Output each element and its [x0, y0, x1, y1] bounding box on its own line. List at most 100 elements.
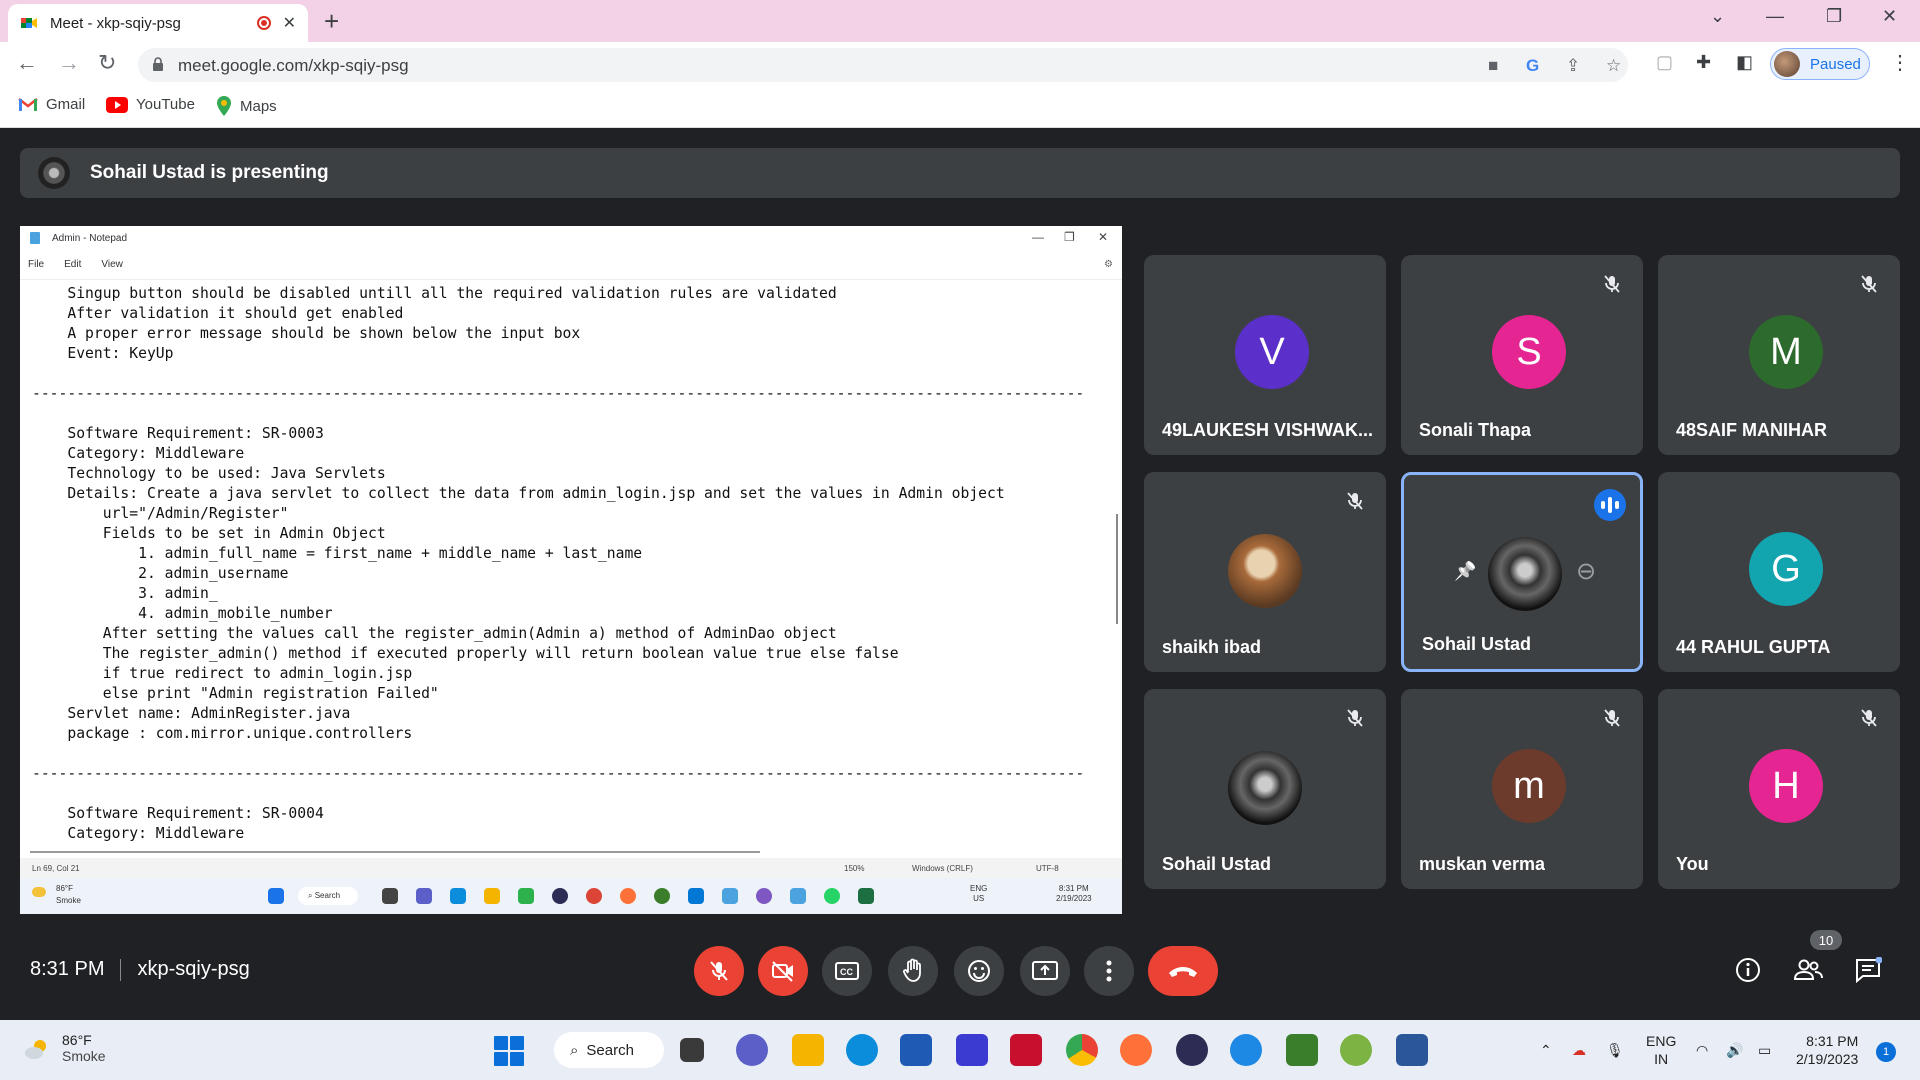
participant-tile[interactable]: m muskan verma — [1401, 689, 1643, 889]
more-vert-icon — [1106, 960, 1112, 982]
battery-icon[interactable]: ▭ — [1758, 1042, 1771, 1059]
notepad-line: package : com.mirror.unique.controllers — [32, 725, 413, 742]
minimize-button[interactable]: — — [1766, 6, 1784, 27]
captions-button[interactable]: CC — [822, 946, 872, 996]
microphone-toggle-button[interactable] — [694, 946, 744, 996]
notepad-line: ----------------------------------------… — [32, 765, 1085, 782]
address-bar[interactable]: meet.google.com/xkp-sqiy-psg ■ G ⇪ ☆ — [138, 48, 1628, 82]
tab-search-icon[interactable]: ⌄ — [1710, 6, 1725, 27]
bookmark-youtube[interactable]: YouTube — [106, 96, 195, 113]
app-icon[interactable] — [1230, 1034, 1262, 1066]
search-icon: ⌕ — [570, 1041, 579, 1059]
reload-icon[interactable]: ↻ — [98, 50, 116, 76]
participant-tile[interactable]: H You — [1658, 689, 1900, 889]
file-explorer-icon[interactable] — [792, 1034, 824, 1066]
notepad-horizontal-scrollbar — [30, 851, 760, 853]
start-button[interactable] — [494, 1036, 524, 1066]
notepad-line: Fields to be set in Admin Object — [32, 525, 386, 542]
emoji-icon — [968, 960, 990, 982]
firefox-icon[interactable] — [1120, 1034, 1152, 1066]
extensions-puzzle-icon[interactable]: ✚ — [1696, 52, 1711, 73]
participant-tile[interactable]: Sohail Ustad 📌 ⊖ — [1401, 472, 1643, 672]
microphone-tray-icon[interactable]: 🎙 — [1606, 1042, 1624, 1059]
close-window-button[interactable]: ✕ — [1882, 6, 1897, 27]
bookmark-maps[interactable]: Maps — [216, 96, 277, 116]
new-tab-button[interactable]: + — [324, 6, 339, 37]
share-icon[interactable]: ⇪ — [1566, 56, 1580, 76]
hand-icon — [903, 958, 921, 982]
participant-avatar: S — [1492, 315, 1566, 389]
notepad-line: ----------------------------------------… — [32, 385, 1085, 402]
more-options-button[interactable] — [1084, 946, 1134, 996]
word-icon[interactable] — [1396, 1034, 1428, 1066]
present-icon — [1032, 961, 1058, 980]
volume-icon[interactable]: 🔊 — [1726, 1042, 1743, 1059]
inner-start-icon — [268, 888, 284, 904]
app-icon[interactable] — [956, 1034, 988, 1066]
taskbar-search[interactable]: ⌕ Search — [554, 1032, 664, 1068]
leave-call-button[interactable] — [1148, 946, 1218, 996]
tab-close-icon[interactable]: ✕ — [283, 13, 296, 33]
inner-region-label: US — [973, 894, 985, 903]
participant-avatar — [1228, 534, 1302, 608]
language-indicator[interactable]: ENG IN — [1646, 1032, 1676, 1068]
tab-title: Meet - xkp-sqiy-psg — [50, 14, 181, 32]
app-icon[interactable] — [1286, 1034, 1318, 1066]
chat-button[interactable] — [1848, 950, 1888, 990]
youtube-icon — [106, 96, 128, 113]
mcafee-icon[interactable] — [1010, 1034, 1042, 1066]
bookmark-gmail[interactable]: Gmail — [18, 96, 85, 113]
weather-haze-icon — [25, 1040, 46, 1059]
notepad-line: Category: Middleware — [32, 445, 245, 462]
browser-menu-icon[interactable]: ⋮ — [1890, 50, 1910, 75]
participant-tile[interactable]: shaikh ibad — [1144, 472, 1386, 672]
camera-toggle-button[interactable] — [758, 946, 808, 996]
notepad-line: 1. admin_full_name = first_name + middle… — [32, 545, 643, 562]
people-button[interactable] — [1788, 950, 1828, 990]
task-view-icon[interactable] — [680, 1038, 704, 1062]
raise-hand-button[interactable] — [888, 946, 938, 996]
participant-tile[interactable]: M 48SAIF MANIHAR — [1658, 255, 1900, 455]
notification-badge[interactable]: 1 — [1876, 1042, 1896, 1062]
chrome-icon[interactable] — [1066, 1034, 1098, 1066]
profile-button[interactable]: Paused — [1770, 48, 1870, 80]
present-screen-button[interactable] — [1020, 946, 1070, 996]
reactions-button[interactable] — [954, 946, 1004, 996]
edge-icon[interactable] — [846, 1034, 878, 1066]
remove-icon[interactable]: ⊖ — [1576, 557, 1596, 586]
maximize-button[interactable]: ❐ — [1826, 6, 1842, 27]
meeting-details-button[interactable] — [1728, 950, 1768, 990]
inner-date: 2/19/2023 — [1056, 894, 1092, 903]
wifi-icon[interactable]: ◠ — [1696, 1042, 1708, 1059]
forward-icon[interactable]: → — [58, 50, 80, 76]
notepad-line: 3. admin_ — [32, 585, 218, 602]
inner-excel-icon — [858, 888, 874, 904]
eclipse-icon[interactable] — [1176, 1034, 1208, 1066]
participant-tile[interactable]: S Sonali Thapa — [1401, 255, 1643, 455]
app-icon[interactable] — [1340, 1034, 1372, 1066]
bookmark-star-icon[interactable]: ☆ — [1606, 56, 1621, 76]
inner-app-icon — [484, 888, 500, 904]
browser-tab[interactable]: Meet - xkp-sqiy-psg ✕ — [8, 4, 308, 42]
notepad-line: After setting the values call the regist… — [32, 625, 837, 642]
tray-overflow-icon[interactable]: ⌃ — [1540, 1042, 1552, 1059]
meeting-time: 8:31 PM — [30, 958, 105, 980]
camera-in-use-icon[interactable]: ■ — [1488, 56, 1498, 76]
participant-tile[interactable]: G 44 RAHUL GUPTA — [1658, 472, 1900, 672]
onedrive-status-icon[interactable]: ☁ — [1572, 1042, 1586, 1059]
teams-chat-icon[interactable] — [736, 1034, 768, 1066]
google-lens-icon[interactable]: G — [1526, 56, 1539, 76]
inner-app-icon — [688, 888, 704, 904]
mic-muted-icon — [1347, 492, 1363, 510]
taskbar-clock[interactable]: 8:31 PM 2/19/2023 — [1796, 1032, 1858, 1068]
store-icon[interactable] — [900, 1034, 932, 1066]
side-panel-icon[interactable]: ◧ — [1736, 52, 1753, 73]
speaking-indicator-icon — [1594, 489, 1626, 521]
pin-icon[interactable]: 📌 — [1454, 561, 1476, 582]
participant-tile[interactable]: V 49LAUKESH VISHWAK... — [1144, 255, 1386, 455]
participant-tile[interactable]: Sohail Ustad — [1144, 689, 1386, 889]
inner-app-icon — [654, 888, 670, 904]
weather-widget[interactable]: 86°F Smoke — [24, 1032, 106, 1064]
extension-icon[interactable]: ▢ — [1656, 52, 1673, 73]
back-icon[interactable]: ← — [16, 50, 38, 76]
